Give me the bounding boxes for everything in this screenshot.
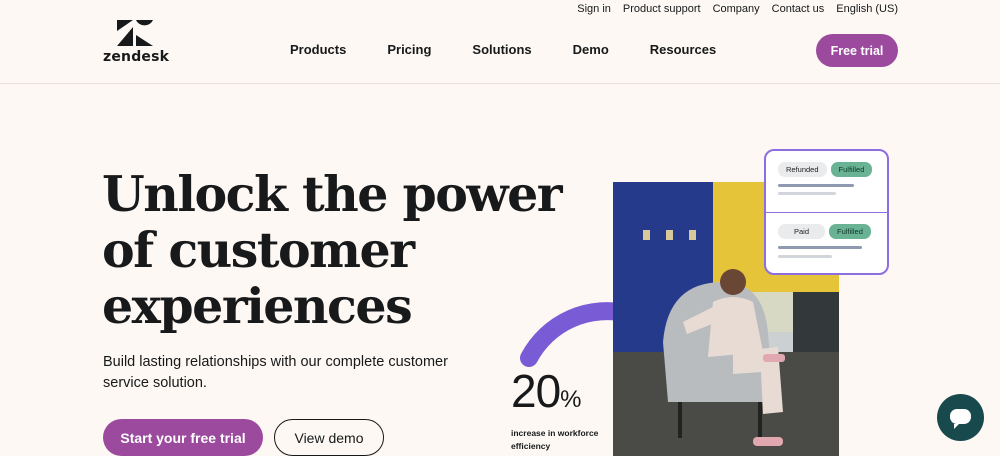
logo-wordmark: zendesk [103,49,170,65]
view-demo-button[interactable]: View demo [274,419,384,456]
refunded-pill: Refunded [778,162,827,177]
placeholder-line [778,184,854,187]
order-status-card: Refunded Fulfilled Paid Fulfilled [764,149,889,275]
stat-suffix: % [560,386,581,413]
nav-pricing[interactable]: Pricing [387,42,431,57]
contact-us-link[interactable]: Contact us [772,3,825,15]
order-row: Paid Fulfilled [778,224,871,239]
company-link[interactable]: Company [713,3,760,15]
chat-launcher-button[interactable] [937,394,984,441]
product-support-link[interactable]: Product support [623,3,701,15]
placeholder-line [778,255,832,258]
fulfilled-pill: Fulfilled [829,224,871,239]
stat-value: 20 [511,365,561,417]
hero-subtext: Build lasting relationships with our com… [103,354,448,391]
start-free-trial-button[interactable]: Start your free trial [103,419,263,456]
chat-bubble-icon [950,409,971,429]
free-trial-button[interactable]: Free trial [816,34,898,67]
hero-headline: Unlock the power of customer experiences [102,165,563,335]
zendesk-logo[interactable]: zendesk [103,20,170,65]
site-header: zendesk Sign in Product support Company … [0,0,1000,84]
utility-nav: Sign in Product support Company Contact … [577,3,898,15]
language-selector[interactable]: English (US) [836,3,898,15]
card-divider [766,212,887,213]
headline-line: Unlock the power [102,165,563,223]
zendesk-logo-icon [117,20,153,46]
sign-in-link[interactable]: Sign in [577,3,611,15]
nav-products[interactable]: Products [290,42,346,57]
headline-line: experiences [102,277,413,335]
main-nav: Products Pricing Solutions Demo Resource… [290,42,757,57]
stat-label: increase in workforce efficiency [511,428,599,451]
efficiency-stat: 20% increase in workforce efficiency [511,366,606,453]
placeholder-line [778,192,836,195]
nav-demo[interactable]: Demo [573,42,609,57]
order-row: Refunded Fulfilled [778,162,873,177]
placeholder-line [778,246,862,249]
nav-solutions[interactable]: Solutions [472,42,531,57]
headline-line: of customer [102,221,415,279]
stat-number: 20% [511,366,606,425]
fulfilled-pill: Fulfilled [830,162,873,177]
nav-resources[interactable]: Resources [650,42,716,57]
paid-pill: Paid [778,224,826,239]
